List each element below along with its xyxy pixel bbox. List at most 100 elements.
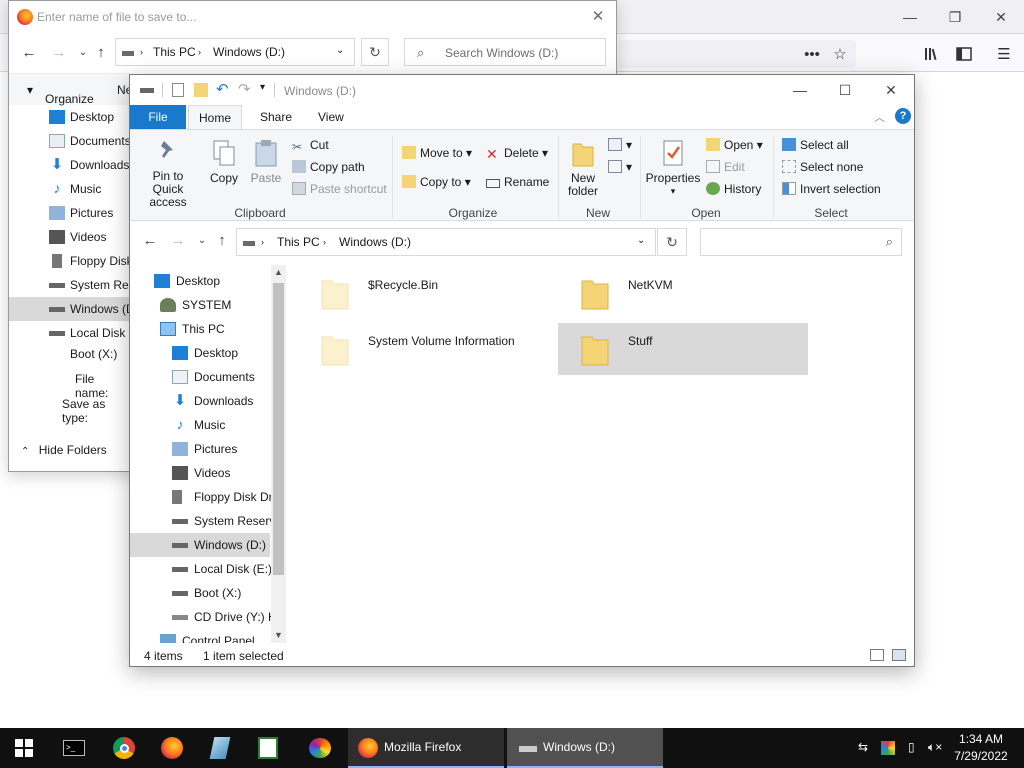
paste-shortcut-button[interactable]: Paste shortcut bbox=[292, 182, 387, 196]
tree-item[interactable]: System Reserve bbox=[130, 509, 282, 533]
minimize-button[interactable]: — bbox=[896, 6, 924, 28]
address-bar[interactable]: › This PC › Windows (D:) ⌄ bbox=[236, 228, 656, 256]
sidebar-item-boot[interactable]: Boot (X:) bbox=[9, 345, 131, 361]
organize-button[interactable]: Organize ▾ bbox=[27, 83, 94, 106]
tree-item[interactable]: Pictures bbox=[130, 437, 270, 461]
sidebar-item-pictures[interactable]: Pictures bbox=[9, 201, 131, 225]
breadcrumb-drive[interactable]: Windows (D:) bbox=[213, 45, 285, 59]
tree-item[interactable]: Control Panel bbox=[130, 629, 270, 643]
restore-button[interactable]: ❐ bbox=[941, 6, 969, 28]
chevron-up-icon[interactable]: ︿ bbox=[874, 109, 885, 125]
taskbar-item-firefox[interactable]: Mozilla Firefox bbox=[348, 728, 504, 768]
display-icon[interactable] bbox=[881, 741, 895, 755]
sidebar-item-windows-d[interactable]: Windows (D bbox=[9, 297, 131, 321]
tree-item[interactable]: Videos bbox=[130, 461, 270, 485]
speaker-mute-icon[interactable]: 🔈︎× bbox=[928, 740, 942, 755]
sidebar-item-floppy[interactable]: Floppy Disk bbox=[9, 249, 131, 273]
tree-item[interactable]: SYSTEM bbox=[130, 293, 270, 317]
cut-button[interactable]: ✂ Cut bbox=[292, 138, 329, 154]
library-icon[interactable] bbox=[918, 40, 946, 68]
chevron-down-icon[interactable]: ⌄ bbox=[637, 235, 645, 246]
sidebar-item-videos[interactable]: Videos bbox=[9, 225, 131, 249]
taskbar-item-explorer[interactable]: Windows (D:) bbox=[507, 728, 663, 768]
sidebar-item-desktop[interactable]: Desktop bbox=[9, 105, 131, 129]
rename-button[interactable]: Rename bbox=[486, 175, 549, 189]
search-box[interactable]: ⌕ Search Windows (D:) bbox=[404, 38, 606, 66]
filename-placeholder[interactable]: Enter name of file to save to... bbox=[37, 10, 196, 24]
large-icons-view-icon[interactable] bbox=[892, 649, 906, 661]
star-icon[interactable]: ☆ bbox=[826, 40, 854, 68]
minimize-button[interactable]: — bbox=[785, 79, 815, 101]
close-button[interactable]: ✕ bbox=[876, 79, 906, 101]
start-button[interactable] bbox=[0, 728, 48, 768]
sidebar-item-documents[interactable]: Documents bbox=[9, 129, 131, 153]
chrome-icon[interactable] bbox=[100, 728, 148, 768]
properties-button[interactable]: Properties ▾ bbox=[644, 138, 702, 198]
paint-icon[interactable] bbox=[296, 728, 344, 768]
up-icon[interactable]: ↑ bbox=[212, 231, 232, 251]
new-folder-button[interactable]: New folder bbox=[564, 138, 602, 198]
tab-home[interactable]: Home bbox=[188, 105, 242, 129]
close-icon[interactable]: ✕ bbox=[588, 7, 608, 27]
close-button[interactable]: ✕ bbox=[987, 6, 1015, 28]
hide-folders-button[interactable]: ⌃ Hide Folders bbox=[21, 443, 107, 457]
tree-item[interactable]: Desktop bbox=[130, 269, 270, 293]
sidebar-item-local-disk[interactable]: Local Disk ( bbox=[9, 321, 131, 345]
address-bar[interactable]: › This PC › Windows (D:) ⌄ bbox=[115, 38, 355, 66]
tree-item[interactable]: CD Drive (Y:) H bbox=[130, 605, 277, 629]
sidebar-icon[interactable] bbox=[950, 40, 978, 68]
tree-item[interactable]: Windows (D:) bbox=[130, 533, 270, 557]
more-icon[interactable]: ••• bbox=[798, 40, 826, 68]
edit-button[interactable]: Edit bbox=[706, 160, 745, 174]
chevron-down-icon[interactable]: ⌄ bbox=[73, 43, 93, 63]
file-item[interactable]: Stuff bbox=[558, 323, 808, 375]
easy-access-button[interactable]: ▾ bbox=[608, 160, 632, 174]
tree-item[interactable]: Local Disk (E:) bbox=[130, 557, 272, 581]
details-view-icon[interactable] bbox=[870, 649, 884, 661]
pin-to-quick-access-button[interactable]: Pin to Quick access bbox=[136, 138, 200, 209]
up-icon[interactable]: ↑ bbox=[91, 43, 111, 63]
new-item-button[interactable]: ▾ bbox=[608, 138, 632, 152]
chevron-down-icon[interactable]: ⌄ bbox=[192, 231, 212, 251]
network-icon[interactable]: ⇆ bbox=[858, 740, 868, 754]
tree-item[interactable]: ♪ Music bbox=[130, 413, 270, 437]
forward-icon[interactable]: → bbox=[49, 43, 69, 63]
breadcrumb-this-pc[interactable]: This PC bbox=[153, 45, 196, 59]
tree-item[interactable]: This PC bbox=[130, 317, 270, 341]
move-to-button[interactable]: Move to ▾ bbox=[402, 146, 472, 160]
file-item[interactable]: System Volume Information bbox=[298, 323, 548, 375]
back-icon[interactable]: ← bbox=[140, 231, 160, 251]
new-folder-icon[interactable] bbox=[194, 83, 208, 97]
copy-button[interactable]: Copy bbox=[206, 138, 242, 185]
paste-button[interactable]: Paste bbox=[248, 138, 284, 185]
maximize-button[interactable]: ☐ bbox=[830, 79, 860, 101]
refresh-button[interactable]: ↻ bbox=[361, 38, 389, 66]
delete-button[interactable]: ✕ Delete ▾ bbox=[486, 146, 548, 162]
navigation-scrollbar[interactable]: ▲ ▼ bbox=[271, 265, 286, 643]
chevron-down-icon[interactable]: ⌄ bbox=[336, 45, 344, 56]
breadcrumb-drive[interactable]: Windows (D:) bbox=[339, 235, 411, 249]
spreadsheet-icon[interactable] bbox=[244, 728, 292, 768]
cmd-icon[interactable]: >_ bbox=[50, 728, 98, 768]
menu-icon[interactable]: ☰ bbox=[990, 40, 1018, 68]
history-button[interactable]: History bbox=[706, 182, 761, 196]
app-icon[interactable] bbox=[196, 728, 244, 768]
copy-path-button[interactable]: Copy path bbox=[292, 160, 365, 174]
clock[interactable]: 1:34 AM 7/29/2022 bbox=[950, 731, 1012, 765]
file-item[interactable]: $Recycle.Bin bbox=[298, 267, 548, 319]
open-button[interactable]: Open ▾ bbox=[706, 138, 763, 152]
tree-item[interactable]: Documents bbox=[130, 365, 270, 389]
scrollbar-thumb[interactable] bbox=[273, 283, 284, 575]
file-item[interactable]: NetKVM bbox=[558, 267, 808, 319]
tab-file[interactable]: File bbox=[130, 105, 186, 129]
breadcrumb-this-pc[interactable]: This PC bbox=[277, 235, 320, 249]
tree-item[interactable]: Floppy Disk Dri bbox=[130, 485, 275, 509]
select-all-button[interactable]: Select all bbox=[782, 138, 849, 152]
search-box[interactable]: ⌕ bbox=[700, 228, 902, 256]
sidebar-item-system-reserved[interactable]: System Rese bbox=[9, 273, 131, 297]
scroll-down-icon[interactable]: ▼ bbox=[271, 628, 286, 643]
invert-selection-button[interactable]: Invert selection bbox=[782, 182, 881, 196]
tree-item[interactable]: Boot (X:) bbox=[130, 581, 270, 605]
properties-icon[interactable] bbox=[172, 83, 184, 97]
forward-icon[interactable]: → bbox=[168, 231, 188, 251]
